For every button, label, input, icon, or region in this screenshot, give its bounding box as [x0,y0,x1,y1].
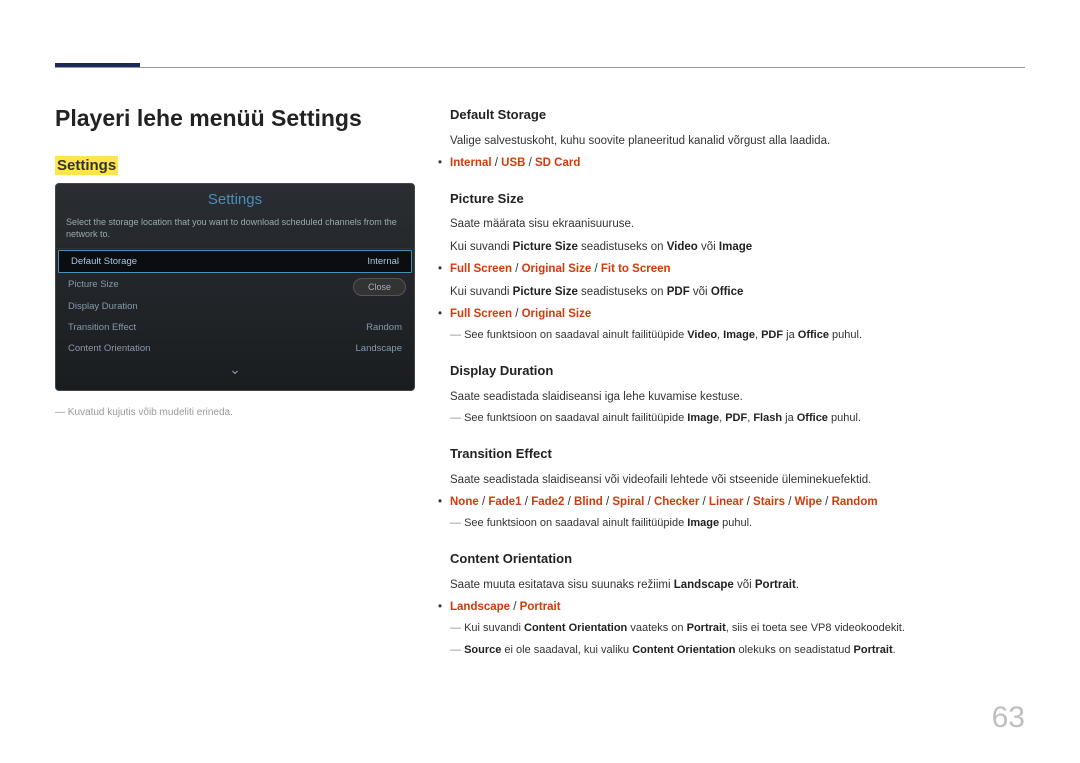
panel-row-label: Content Orientation [68,343,150,354]
image-footnote: Kuvatud kujutis võib mudeliti erineda. [55,407,415,418]
opt: Original Size [522,308,592,320]
opt: Stairs [753,496,785,508]
section-title-display-duration: Display Duration [450,361,1025,382]
panel-row-value: Internal [367,256,399,267]
options-picture-size-2: Full Screen / Original Size [450,305,1025,323]
section-title-default-storage: Default Storage [450,105,1025,126]
options-content-orientation: Landscape / Portrait [450,598,1025,616]
section-desc: Saate määrata sisu ekraanisuuruse. [450,215,1025,233]
opt: Fit to Screen [601,263,671,275]
panel-row-label: Transition Effect [68,322,136,333]
close-button: Close [353,278,406,296]
content-orientation-note-1: Kui suvandi Content Orientation vaateks … [450,620,1025,638]
opt: Random [832,496,878,508]
panel-row-transition-effect: Transition Effect Random [56,317,414,338]
panel-row-display-duration: Display Duration [56,296,414,317]
options-default-storage: Internal / USB / SD Card [450,154,1025,172]
opt: Original Size [522,263,592,275]
panel-row-label: Display Duration [68,301,138,312]
opt: SD Card [535,157,580,169]
section-title-picture-size: Picture Size [450,189,1025,210]
panel-description: Select the storage location that you wan… [56,213,414,249]
chevron-down-icon: ⌄ [56,359,414,378]
header-rule [55,67,1025,68]
panel-row-value: Landscape [356,343,402,354]
opt: Blind [574,496,603,508]
picture-size-when-pdf-office: Kui suvandi Picture Size seadistuseks on… [450,283,1025,301]
panel-row-value: Random [366,322,402,333]
transition-effect-note: See funktsioon on saadaval ainult failit… [450,515,1025,533]
page-title: Playeri lehe menüü Settings [55,105,415,132]
opt: Fade1 [488,496,521,508]
picture-size-note: See funktsioon on saadaval ainult failit… [450,327,1025,345]
picture-size-when-video-image: Kui suvandi Picture Size seadistuseks on… [450,238,1025,256]
opt: Linear [709,496,744,508]
options-picture-size-1: Full Screen / Original Size / Fit to Scr… [450,260,1025,278]
right-column: Default Storage Valige salvestuskoht, ku… [450,105,1025,664]
opt: Landscape [450,601,510,613]
opt: Full Screen [450,263,512,275]
panel-row-label: Default Storage [71,256,137,267]
opt: None [450,496,479,508]
page-number: 63 [992,701,1025,735]
settings-highlight: Settings [55,156,118,175]
panel-row-label: Picture Size [68,279,119,290]
section-desc: Saate seadistada slaidiseansi iga lehe k… [450,388,1025,406]
opt: Internal [450,157,492,169]
panel-row-content-orientation: Content Orientation Landscape [56,338,414,359]
opt: Wipe [795,496,822,508]
opt: Full Screen [450,308,512,320]
panel-row-picture-size: Picture Size [56,274,353,295]
section-title-transition-effect: Transition Effect [450,444,1025,465]
section-desc: Saate seadistada slaidiseansi või videof… [450,471,1025,489]
panel-row-default-storage: Default Storage Internal [58,250,412,273]
opt: Fade2 [531,496,564,508]
section-title-content-orientation: Content Orientation [450,549,1025,570]
opt: USB [501,157,525,169]
section-desc: Valige salvestuskoht, kuhu soovite plane… [450,132,1025,150]
content-orientation-note-2: Source ei ole saadaval, kui valiku Conte… [450,642,1025,660]
panel-title: Settings [56,184,414,213]
left-column: Playeri lehe menüü Settings Settings Set… [55,105,415,664]
opt: Checker [654,496,699,508]
settings-panel-screenshot: Settings Select the storage location tha… [55,183,415,391]
section-desc: Saate muuta esitatava sisu suunaks režii… [450,576,1025,594]
opt: Portrait [520,601,561,613]
display-duration-note: See funktsioon on saadaval ainult failit… [450,410,1025,428]
options-transition-effect: None / Fade1 / Fade2 / Blind / Spiral / … [450,493,1025,511]
opt: Spiral [612,496,644,508]
